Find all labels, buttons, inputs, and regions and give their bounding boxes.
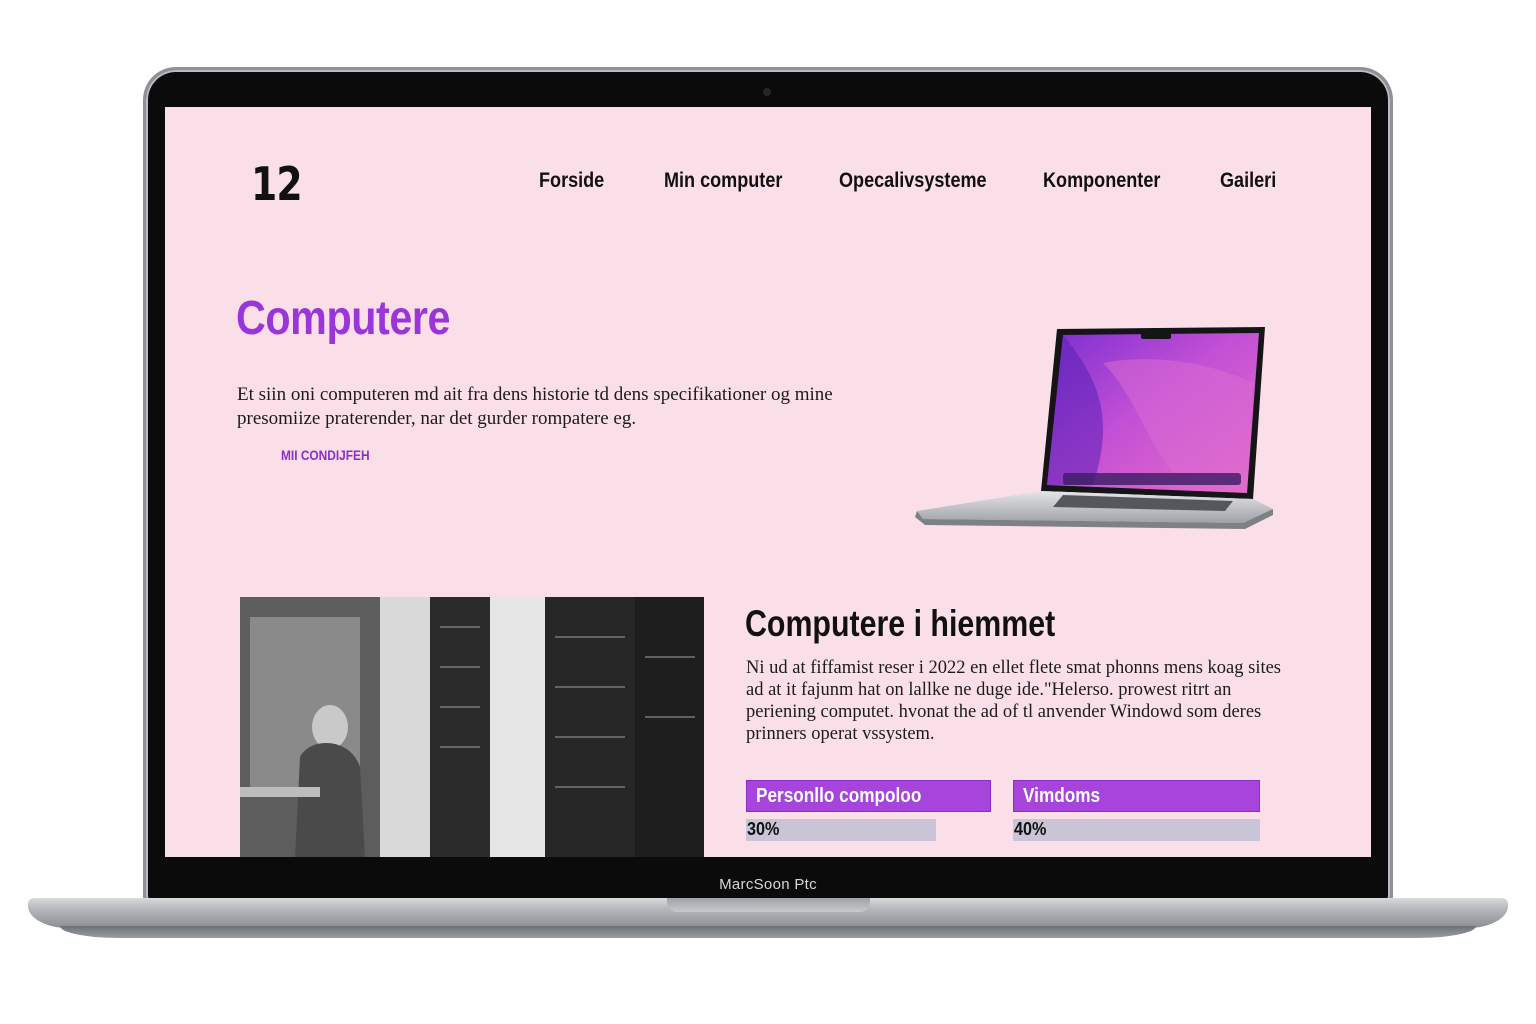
nav-komponenter[interactable]: Komponenter (1043, 169, 1160, 193)
laptop-brand-label: MarcSoon Ptc (719, 876, 817, 893)
stat-label-windows: Vimdoms (1013, 780, 1260, 812)
laptop-opening-notch (667, 898, 870, 912)
stat-value-windows: 40% (1014, 819, 1047, 839)
laptop-illustration (915, 327, 1273, 529)
hero-cta-link[interactable]: MII CONDIJFEH (281, 447, 370, 463)
historic-computer-photo (240, 597, 704, 857)
laptop-base-edge (60, 926, 1476, 938)
camera-icon (763, 88, 771, 96)
stat-label-text: Personllo compoloo (756, 785, 922, 807)
nav-galleri[interactable]: Gaileri (1220, 169, 1276, 193)
stat-value-personal: 30% (747, 819, 780, 839)
stat-label-personal: Personllo compoloo (746, 780, 991, 812)
website-screen: 12 Forside Min computer Opecalivsysteme … (165, 107, 1371, 857)
home-section-title: Computere i hiemmet (745, 603, 1056, 644)
stat-label-text: Vimdoms (1023, 785, 1101, 807)
nav-forside[interactable]: Forside (539, 169, 604, 193)
nav-operativsystemer[interactable]: Opecalivsysteme (839, 169, 987, 193)
site-logo[interactable]: 12 (251, 157, 303, 211)
home-section-text: Ni ud at fiffamist reser i 2022 en ellet… (746, 658, 1282, 744)
hero-description: Et siin oni computeren md ait fra dens h… (237, 384, 833, 429)
hero-title: Computere (236, 292, 451, 345)
stat-track-windows (1013, 819, 1260, 841)
nav-min-computer[interactable]: Min computer (664, 169, 782, 193)
